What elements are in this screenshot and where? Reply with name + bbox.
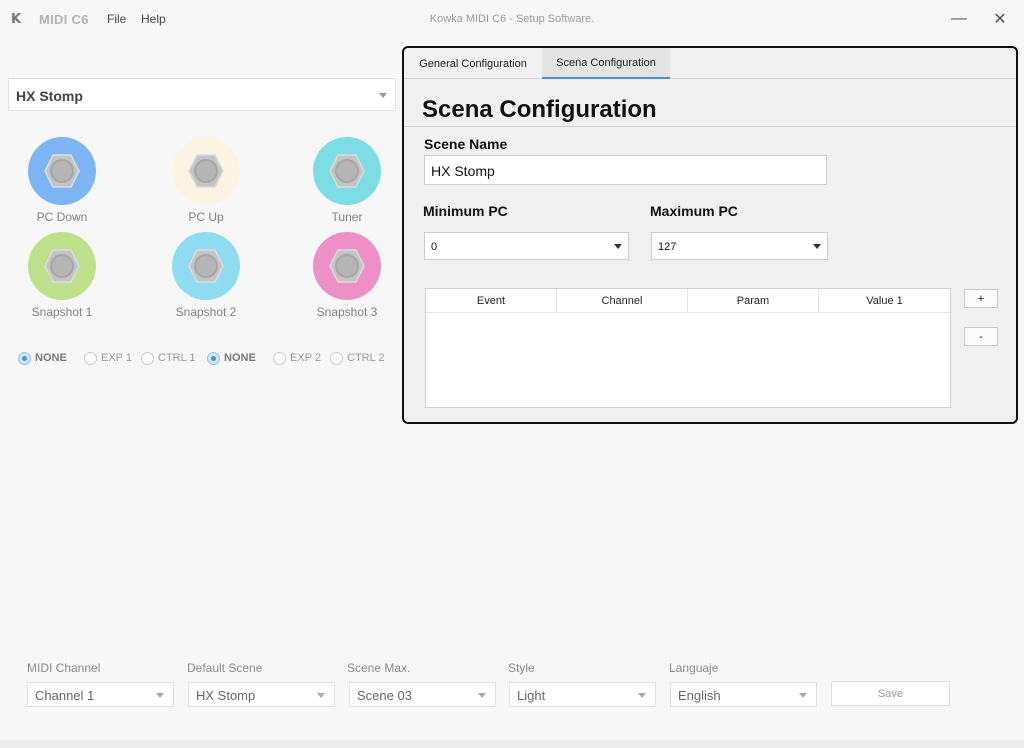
default-scene-select[interactable]: HX Stomp [188,682,335,707]
footswitch-icon [44,154,80,188]
scene-name-label: Scene Name [424,136,508,152]
radio-label: CTRL 2 [347,352,385,364]
style-label: Style [508,661,535,675]
page-title: Scena Configuration [422,96,657,123]
scene-max-select[interactable]: Scene 03 [349,682,496,707]
chevron-down-icon [638,693,646,698]
tab-scena-configuration[interactable]: Scena Configuration [542,48,670,79]
configuration-panel: General Configuration Scena Configuratio… [402,46,1018,424]
footswitch-icon [329,249,365,283]
pedal-6[interactable]: Snapshot 3 [287,232,407,332]
tab-bar: General Configuration Scena Configuratio… [404,48,1016,79]
pedal-label: Snapshot 1 [31,305,93,319]
pedal-ring[interactable] [28,232,96,300]
minimize-button[interactable]: — [944,6,974,32]
radio-dot-icon[interactable] [18,351,31,365]
chevron-down-icon [379,93,387,98]
radio-label: CTRL 1 [158,352,196,364]
pedal-label: Snapshot 3 [316,305,378,319]
radio-option-3[interactable]: CTRL 1 [141,350,196,366]
scene-select[interactable]: HX Stomp [8,78,396,111]
maximum-pc-select[interactable]: 127 [651,232,828,260]
table-header: Event Channel Param Value 1 [426,289,950,313]
radio-option-5[interactable]: EXP 2 [273,350,321,366]
chevron-down-icon [614,244,622,249]
minimum-pc-value: 0 [431,241,438,253]
chevron-down-icon [813,244,821,249]
radio-dot-icon[interactable] [84,351,97,365]
radio-label: NONE [35,352,67,364]
pedal-ring[interactable] [313,137,381,205]
menu-file[interactable]: File [107,12,126,26]
minimum-pc-select[interactable]: 0 [424,232,629,260]
pedal-ring[interactable] [172,232,240,300]
language-label: Languaje [669,661,719,675]
chevron-down-icon [478,693,486,698]
radio-option-1[interactable]: NONE [18,350,67,366]
add-event-button[interactable]: + [964,289,998,308]
column-value-1[interactable]: Value 1 [819,289,950,313]
scene-select-value: HX Stomp [16,88,83,104]
radio-option-2[interactable]: EXP 1 [84,350,132,366]
footswitch-icon [44,249,80,283]
pedal-ring[interactable] [172,137,240,205]
radio-option-4[interactable]: NONE [207,350,256,366]
save-button[interactable]: Save [831,681,950,706]
pedal-ring[interactable] [313,232,381,300]
midi-channel-select[interactable]: Channel 1 [27,682,174,707]
title-bar: K MIDI C6 File Help Kowka MIDI C6 - Setu… [0,0,1024,38]
pedal-label: Snapshot 2 [175,305,237,319]
events-table[interactable]: Event Channel Param Value 1 [425,288,951,408]
pedal-label: PC Down [36,210,88,224]
default-scene-value: HX Stomp [196,688,256,703]
column-channel[interactable]: Channel [557,289,688,313]
expression-radio-group: NONE EXP 1 CTRL 1 NONE EXP 2 CTRL 2 [0,350,400,366]
tab-general-configuration[interactable]: General Configuration [404,48,542,79]
pedal-1[interactable]: PC Down [2,137,122,237]
column-param[interactable]: Param [688,289,819,313]
style-select[interactable]: Light [509,682,656,707]
radio-label: EXP 1 [101,352,132,364]
pedal-label: PC Up [188,210,224,224]
chevron-down-icon [317,693,325,698]
default-scene-label: Default Scene [187,661,263,675]
app-logo: K [11,12,22,27]
pedal-ring[interactable] [28,137,96,205]
minimum-pc-label: Minimum PC [423,203,508,219]
footswitch-icon [329,154,365,188]
pedal-label: Tuner [331,210,363,224]
scene-max-value: Scene 03 [357,688,412,703]
footswitch-icon [188,154,224,188]
pedal-5[interactable]: Snapshot 2 [146,232,266,332]
language-select[interactable]: English [670,682,817,707]
menu-help[interactable]: Help [141,12,166,26]
language-value: English [678,688,721,703]
scene-name-input[interactable]: HX Stomp [424,155,827,185]
radio-dot-icon[interactable] [141,351,154,365]
close-button[interactable]: ✕ [985,6,1015,32]
radio-label: NONE [224,352,256,364]
divider [404,126,1016,127]
maximum-pc-label: Maximum PC [650,203,738,219]
style-value: Light [517,688,546,703]
midi-channel-label: MIDI Channel [27,661,101,675]
scene-max-label: Scene Max. [347,661,411,675]
footswitch-icon [188,249,224,283]
chevron-down-icon [156,693,164,698]
column-event[interactable]: Event [426,289,557,313]
maximum-pc-value: 127 [658,241,677,253]
radio-label: EXP 2 [290,352,321,364]
radio-dot-icon[interactable] [207,351,220,365]
app-name: MIDI C6 [39,12,89,27]
pedal-3[interactable]: Tuner [287,137,407,237]
remove-event-button[interactable]: - [964,327,998,346]
chevron-down-icon [799,693,807,698]
pedal-4[interactable]: Snapshot 1 [2,232,122,332]
radio-dot-icon[interactable] [273,351,286,365]
pedal-2[interactable]: PC Up [146,137,266,237]
radio-dot-icon[interactable] [330,351,343,365]
radio-option-6[interactable]: CTRL 2 [330,350,385,366]
window-bottom-edge [0,740,1024,748]
midi-channel-value: Channel 1 [35,688,95,703]
